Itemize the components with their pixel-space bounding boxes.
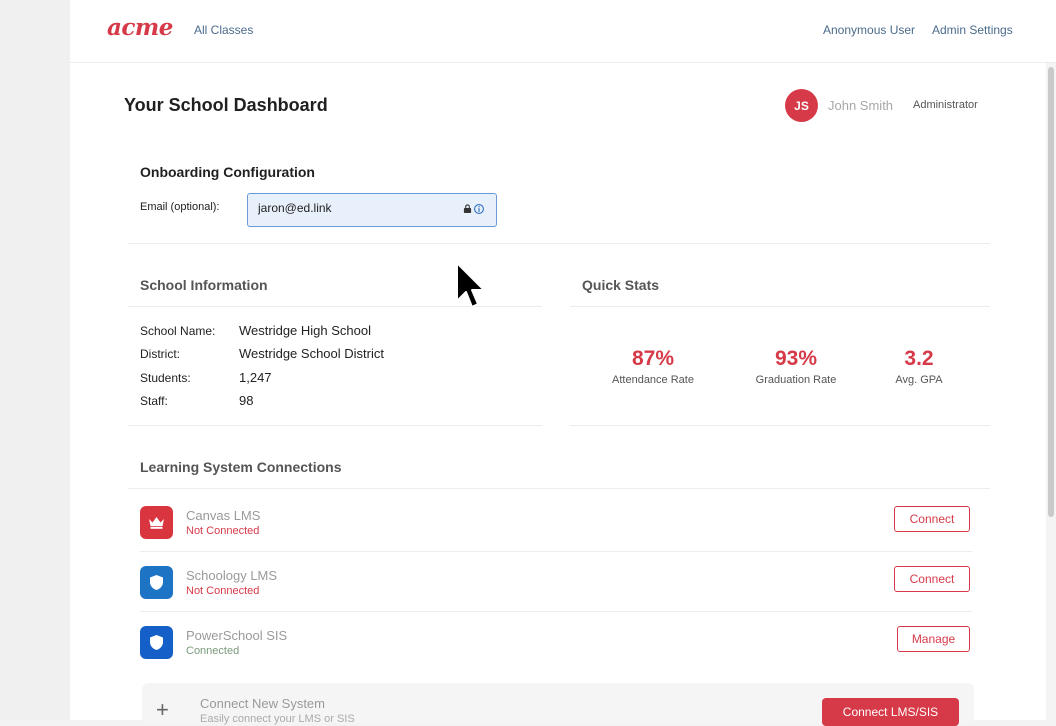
page-title: Your School Dashboard (124, 95, 328, 115)
connection-row-powerschool: PowerSchool SIS Connected Manage (140, 626, 972, 686)
connection-row-canvas: Canvas LMS Not Connected Connect (140, 506, 972, 566)
connections-title: Learning System Connections (140, 459, 342, 475)
divider (570, 306, 990, 307)
divider (128, 425, 542, 426)
user-name: John Smith (828, 98, 894, 113)
lock-icon (463, 204, 472, 213)
user-role: Administrator (913, 99, 978, 111)
email-field[interactable] (247, 193, 497, 227)
district-value: Westridge School District (239, 346, 384, 361)
avg-gpa-value: 3.2 (904, 347, 934, 370)
email-label: Email (optional): (140, 201, 220, 213)
new-system-title: Connect New System (200, 696, 325, 711)
left-gutter (0, 0, 70, 720)
connection-name: Canvas LMS (186, 508, 261, 523)
divider (140, 611, 972, 612)
manage-powerschool-button[interactable]: Manage (897, 626, 970, 652)
connect-canvas-button[interactable]: Connect (894, 506, 970, 532)
avatar[interactable]: JS (785, 89, 818, 122)
info-icon[interactable] (474, 204, 484, 214)
crown-icon (140, 506, 173, 539)
quick-stats-title: Quick Stats (582, 277, 660, 293)
all-classes-link[interactable]: All Classes (194, 23, 253, 37)
connection-status: Not Connected (186, 585, 260, 597)
onboarding-title: Onboarding Configuration (140, 164, 315, 180)
email-input[interactable] (258, 201, 448, 215)
shield-icon (140, 626, 173, 659)
district-label: District: (140, 347, 180, 361)
acme-logo[interactable]: acme (107, 14, 173, 41)
attendance-rate-label: Attendance Rate (612, 374, 694, 386)
anonymous-user-link[interactable]: Anonymous User (823, 23, 915, 37)
plus-icon[interactable]: + (156, 699, 169, 721)
staff-value: 98 (239, 393, 254, 408)
connection-name: PowerSchool SIS (186, 628, 288, 643)
connect-schoology-button[interactable]: Connect (894, 566, 970, 592)
school-name-value: Westridge High School (239, 323, 371, 338)
graduation-rate-value: 93% (774, 347, 818, 370)
shield-icon (140, 566, 173, 599)
connection-row-schoology: Schoology LMS Not Connected Connect (140, 566, 972, 626)
attendance-rate-value: 87% (631, 347, 675, 370)
students-label: Students: (140, 371, 191, 385)
connect-new-system-card[interactable]: + Connect New System Easily connect your… (142, 683, 974, 726)
connect-lms-sis-button[interactable]: Connect LMS/SIS (822, 698, 959, 726)
avg-gpa-label: Avg. GPA (895, 374, 943, 386)
school-name-label: School Name: (140, 324, 216, 338)
admin-settings-link[interactable]: Admin Settings (932, 23, 1013, 37)
divider (128, 488, 990, 489)
scrollbar-thumb[interactable] (1048, 67, 1054, 517)
scrollbar[interactable] (1046, 63, 1056, 720)
new-system-subtitle: Easily connect your LMS or SIS (200, 713, 355, 725)
top-navbar: acme All Classes Anonymous User Admin Se… (70, 0, 1056, 63)
connection-status: Connected (186, 645, 240, 657)
students-value: 1,247 (239, 370, 272, 385)
divider (140, 551, 972, 552)
divider (570, 425, 990, 426)
school-info-title: School Information (140, 277, 268, 293)
mouse-cursor-icon (456, 262, 485, 308)
divider (128, 243, 990, 244)
staff-label: Staff: (140, 394, 168, 408)
connection-status: Not Connected (186, 525, 260, 537)
graduation-rate-label: Graduation Rate (755, 374, 837, 386)
dashboard-main: Your School Dashboard JS John Smith Admi… (70, 63, 1046, 726)
connection-name: Schoology LMS (186, 568, 278, 583)
